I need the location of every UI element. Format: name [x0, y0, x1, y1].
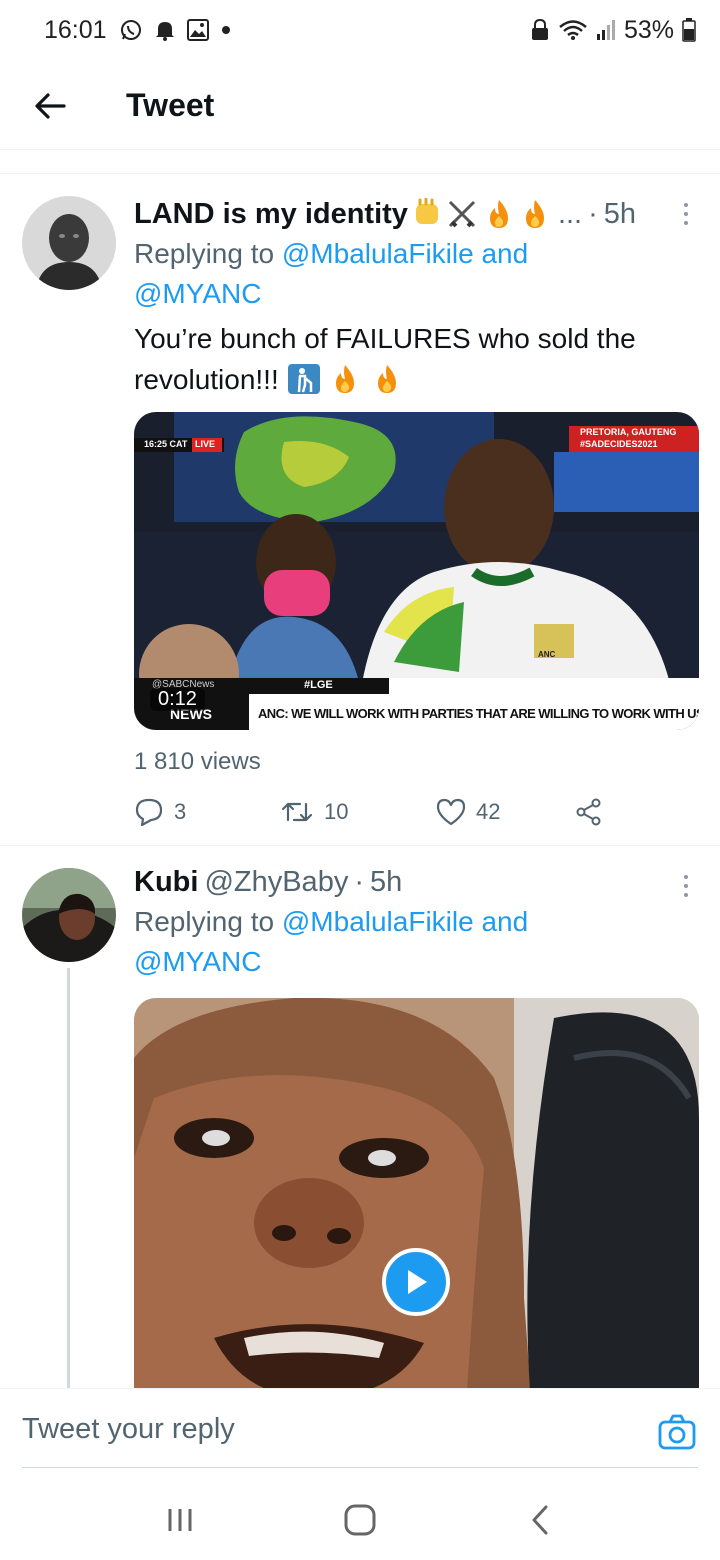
reply-composer: Tweet your reply — [0, 1388, 720, 1480]
reply-icon — [135, 798, 163, 827]
replying-prefix: Replying to — [134, 906, 282, 937]
signal-icon — [596, 19, 616, 41]
status-left: 16:01 — [44, 16, 231, 45]
gallery-icon — [186, 19, 209, 41]
mention-link[interactable]: @MbalulaFikile — [282, 238, 474, 269]
avatar[interactable] — [22, 868, 116, 962]
location-caption: PRETORIA, GAUTENG — [580, 427, 677, 437]
status-bar: 16:01 53% — [0, 0, 720, 60]
tweet-body: LAND is my identity ... · 5h Replying to… — [134, 194, 698, 400]
video-player[interactable]: 16:25 CAT LIVE PRETORIA, GAUTENG #SADECI… — [134, 412, 699, 730]
heart-icon — [436, 798, 466, 826]
video-player[interactable] — [134, 998, 699, 1388]
video-thumbnail — [134, 412, 699, 730]
tag-caption: #LGE — [304, 679, 333, 691]
separator-dot: · — [354, 865, 364, 898]
retweet-count: 10 — [324, 799, 349, 824]
camera-icon — [658, 1414, 696, 1450]
hashtag-caption: #SADECIDES2021 — [580, 439, 658, 449]
status-time: 16:01 — [44, 15, 107, 44]
lock-icon — [530, 19, 550, 41]
replying-to: Replying to @MbalulaFikile and @MYANC — [134, 234, 698, 314]
handle[interactable]: @ZhyBaby — [204, 866, 348, 899]
avatar[interactable] — [22, 196, 116, 290]
replying-and[interactable]: and — [474, 906, 528, 937]
fire-emoji-icon — [378, 365, 397, 393]
camera-button[interactable] — [658, 1413, 696, 1451]
tweet[interactable]: Kubi @ZhyBaby · 5h Replying to @MbalulaF… — [0, 848, 720, 1388]
header: Tweet — [0, 62, 720, 150]
wifi-icon — [558, 19, 588, 41]
status-right: 53% — [530, 16, 696, 45]
arrow-left-icon — [35, 92, 66, 119]
fire-emoji-icon — [525, 200, 544, 228]
ticker-caption: ANC: WE WILL WORK WITH PARTIES THAT ARE … — [258, 706, 699, 721]
reply-button[interactable]: 3 — [134, 797, 280, 827]
tweet[interactable]: LAND is my identity ... · 5h Replying to… — [0, 176, 720, 846]
notification-bell-icon — [155, 19, 175, 41]
display-name[interactable]: Kubi — [134, 866, 198, 899]
system-nav-bar — [0, 1480, 720, 1560]
separator-dot: · — [588, 197, 598, 230]
tweet-time[interactable]: 5h — [604, 198, 636, 231]
retweet-icon — [281, 802, 313, 822]
anc-logo-caption: ANC — [538, 650, 556, 659]
recent-apps-icon — [168, 1509, 192, 1531]
reply-underline — [22, 1467, 698, 1468]
mention-link[interactable]: @MYANC — [134, 946, 261, 977]
video-thumbnail — [134, 998, 699, 1388]
tweet-time[interactable]: 5h — [370, 866, 402, 899]
replying-to: Replying to @MbalulaFikile and @MYANC — [134, 902, 698, 982]
name-row: Kubi @ZhyBaby · 5h — [134, 862, 698, 902]
divider — [0, 152, 720, 174]
share-icon — [576, 798, 601, 826]
mention-link[interactable]: @MbalulaFikile — [282, 906, 474, 937]
retweet-button[interactable]: 10 — [280, 798, 436, 826]
mention-link[interactable]: @MYANC — [134, 278, 261, 309]
whatsapp-icon — [119, 18, 143, 42]
name-suffix: ... — [557, 197, 583, 230]
play-button[interactable] — [382, 1248, 450, 1316]
display-name[interactable]: LAND is my identity — [134, 198, 408, 231]
back-button[interactable] — [20, 76, 80, 136]
name-row: LAND is my identity ... · 5h — [134, 194, 698, 234]
reply-count: 3 — [174, 799, 187, 824]
like-button[interactable]: 42 — [436, 798, 574, 826]
name-emojis — [410, 198, 552, 230]
battery-percent: 53% — [623, 15, 674, 44]
tweet-actions: 3 10 42 — [134, 792, 614, 832]
system-back-button[interactable] — [510, 1490, 570, 1550]
tweet-text: You’re bunch of FAILURES who sold the re… — [134, 318, 698, 400]
recent-apps-button[interactable] — [150, 1490, 210, 1550]
battery-icon — [682, 18, 696, 42]
crossed-swords-emoji-icon — [448, 200, 475, 228]
view-count: 1 810 views — [134, 748, 261, 775]
video-duration: 0:12 — [150, 688, 205, 711]
replying-and[interactable]: and — [474, 238, 528, 269]
chevron-left-icon — [532, 1505, 548, 1535]
dot-icon — [221, 25, 231, 35]
share-button[interactable] — [574, 797, 604, 827]
tweet-body: Kubi @ZhyBaby · 5h Replying to @MbalulaF… — [134, 862, 698, 982]
raised-fist-emoji-icon — [415, 198, 438, 224]
like-count: 42 — [476, 799, 501, 824]
live-time-caption: 16:25 CAT — [144, 439, 188, 449]
thread-line — [67, 968, 70, 1388]
live-caption: LIVE — [195, 439, 216, 449]
man-with-cane-emoji-icon — [287, 364, 320, 394]
fire-emoji-icon — [336, 365, 355, 393]
home-button[interactable] — [330, 1490, 390, 1550]
home-icon — [344, 1504, 376, 1536]
page-title: Tweet — [126, 87, 215, 123]
play-icon — [408, 1270, 427, 1294]
replying-prefix: Replying to — [134, 238, 282, 269]
fire-emoji-icon — [489, 200, 508, 228]
reply-input[interactable]: Tweet your reply — [22, 1413, 235, 1446]
